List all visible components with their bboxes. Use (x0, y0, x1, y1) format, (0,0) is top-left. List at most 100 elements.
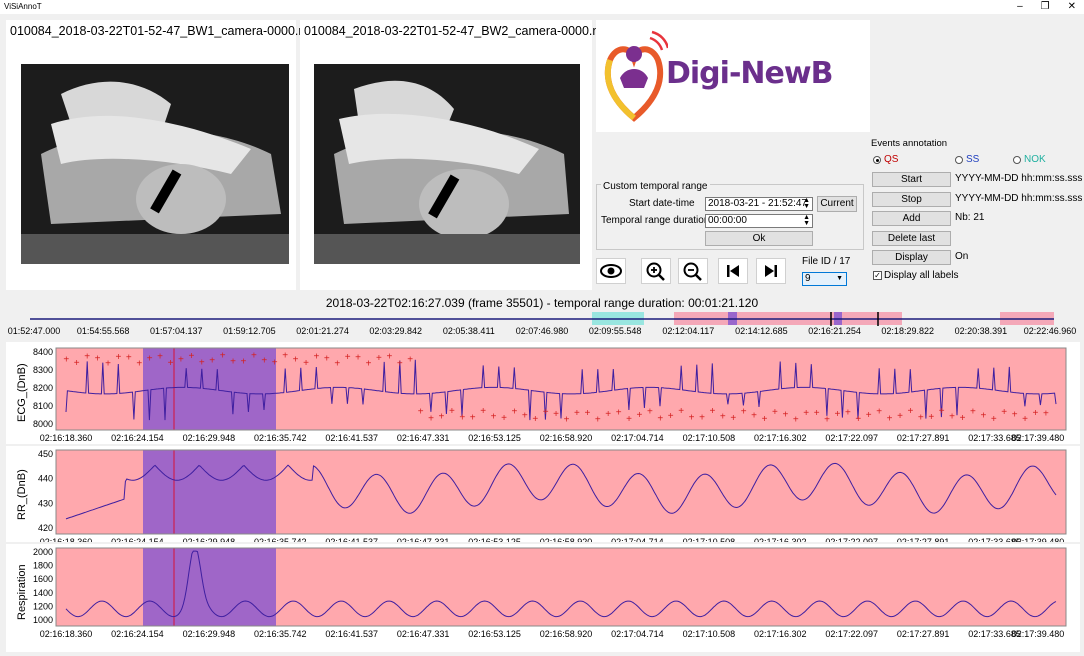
r-peak-marker: + (313, 351, 319, 362)
r-peak-marker: + (168, 358, 174, 369)
r-peak-marker: + (616, 407, 622, 418)
x-tick-label: 02:17:10.508 (683, 629, 736, 639)
event-display-button[interactable]: Display (872, 250, 951, 265)
event-display-value: On (955, 251, 969, 262)
r-peak-marker: + (553, 409, 559, 420)
zoom-in-button[interactable] (641, 258, 671, 284)
x-tick-label: 02:16:58.920 (540, 629, 593, 639)
event-stop-button[interactable]: Stop (872, 192, 951, 207)
r-peak-marker: + (730, 413, 736, 424)
r-peak-marker: + (668, 411, 674, 422)
y-tick-label: 8400 (33, 347, 53, 357)
x-tick-label: 02:17:16.302 (754, 433, 807, 443)
r-peak-marker: + (303, 358, 309, 369)
y-tick-label: 8100 (33, 401, 53, 411)
x-tick-label: 02:17:39.480 (1012, 433, 1065, 443)
window-controls: – ❐ ✕ (1017, 0, 1076, 14)
label-qs: QS (884, 154, 899, 165)
next-file-button[interactable] (756, 258, 786, 284)
x-tick-label: 02:17:22.097 (825, 537, 878, 542)
x-tick-label: 02:17:22.097 (825, 629, 878, 639)
r-peak-marker: + (261, 356, 267, 367)
zoom-out-icon (683, 262, 702, 281)
x-tick-label: 02:16:35.742 (254, 629, 307, 639)
current-button[interactable]: Current (817, 196, 857, 212)
r-peak-marker: + (491, 412, 497, 423)
r-peak-marker: + (991, 414, 997, 425)
rr-panel[interactable]: RR_(DnB) 450 440 430 420 02:16:18.360 02:16:2… (6, 446, 1080, 542)
r-peak-marker: + (105, 359, 111, 370)
r-peak-marker: + (84, 351, 90, 362)
rr-plot[interactable]: 450 440 430 420 02:16:18.360 02:16:24.154 02:1… (6, 446, 1080, 542)
x-tick-label: 02:17:27.891 (897, 537, 950, 542)
r-peak-marker: + (949, 412, 955, 423)
eye-button[interactable] (596, 258, 626, 284)
y-tick-label: 8000 (33, 419, 53, 429)
close-button[interactable]: ✕ (1068, 0, 1076, 14)
r-peak-marker: + (647, 407, 653, 418)
file-id-select[interactable]: 9 ▼ (802, 272, 847, 286)
minimize-button[interactable]: – (1017, 0, 1023, 14)
x-tick-label: 02:16:35.742 (254, 537, 307, 542)
r-peak-marker: + (574, 408, 580, 419)
ok-button[interactable]: Ok (705, 231, 813, 246)
r-peak-marker: + (241, 357, 247, 368)
x-tick-label: 02:16:29.948 (183, 433, 236, 443)
radio-qs[interactable] (873, 156, 881, 164)
start-datetime-field[interactable]: 2018-03-21 - 21:52:47 ▲ ▼ (705, 197, 813, 211)
r-peak-marker: + (605, 409, 611, 420)
delete-last-button[interactable]: Delete last (872, 231, 951, 246)
x-tick-label: 02:16:47.331 (397, 433, 450, 443)
r-peak-marker: + (772, 407, 778, 418)
timeline-tick-label: 02:07:46.980 (515, 326, 569, 336)
timeline-tick-label: 02:20:38.391 (954, 326, 1008, 336)
timeline-tick-label: 01:54:55.568 (76, 326, 130, 336)
y-tick-label: 430 (38, 498, 53, 508)
radio-ss[interactable] (955, 156, 963, 164)
x-tick-label: 02:16:29.948 (183, 629, 236, 639)
file-id-value: 9 (805, 273, 811, 284)
y-tick-label: 440 (38, 474, 53, 484)
timeline-tick-label: 02:18:29.822 (881, 326, 934, 336)
r-peak-marker: + (230, 357, 236, 368)
timeline-tick-label: 02:01:21.274 (296, 326, 349, 336)
r-peak-marker: + (543, 407, 549, 418)
respiration-plot[interactable]: 2000 1800 1600 1400 1200 1000 02:16:18.360 02:1… (6, 544, 1080, 652)
previous-file-button[interactable] (718, 258, 748, 284)
r-peak-marker: + (355, 352, 361, 363)
range-duration-field[interactable]: 00:00:00 ▲ ▼ (705, 214, 813, 228)
timeline-tick-label: 02:14:12.685 (735, 326, 788, 336)
r-peak-marker: + (480, 406, 486, 417)
r-peak-marker: + (699, 412, 705, 423)
x-tick-label: 02:17:16.302 (754, 537, 807, 542)
zoom-out-button[interactable] (678, 258, 708, 284)
video-1-frame[interactable] (21, 64, 289, 264)
r-peak-marker: + (897, 411, 903, 422)
r-peak-marker: + (407, 354, 413, 365)
r-peak-marker: + (928, 412, 934, 423)
respiration-panel[interactable]: Respiration 2000 1800 1600 1400 1200 1000 02:1… (6, 544, 1080, 652)
global-timeline[interactable] (0, 311, 1084, 327)
start-datetime-label: Start date-time (629, 198, 695, 209)
event-start-button[interactable]: Start (872, 172, 951, 187)
radio-nok[interactable] (1013, 156, 1021, 164)
r-peak-marker: + (803, 408, 809, 419)
event-stop-value: YYYY-MM-DD hh:mm:ss.sss (955, 193, 1083, 204)
y-tick-label: 8200 (33, 383, 53, 393)
spin-arrows-icon[interactable]: ▲ ▼ (803, 214, 810, 227)
r-peak-marker: + (1012, 409, 1018, 420)
window-titlebar: ViSiAnnoT – ❐ ✕ (0, 0, 1084, 14)
x-tick-label: 02:17:27.891 (897, 433, 950, 443)
x-tick-label: 02:16:18.360 (40, 629, 93, 639)
r-peak-marker: + (439, 411, 445, 422)
display-all-checkbox[interactable]: ✓ (873, 271, 882, 280)
r-peak-marker: + (199, 358, 205, 369)
x-tick-label: 02:17:27.891 (897, 629, 950, 639)
ecg-panel[interactable]: ECG_(DnB) 8400 8300 8200 8100 8000 02:16:18.3… (6, 342, 1080, 444)
maximize-button[interactable]: ❐ (1041, 0, 1050, 14)
video-2-frame[interactable] (314, 64, 580, 264)
ecg-plot[interactable]: 8400 8300 8200 8100 8000 02:16:18.360 02:16:24… (6, 342, 1080, 444)
event-add-button[interactable]: Add (872, 211, 951, 226)
spin-arrows-icon[interactable]: ▲ ▼ (803, 197, 810, 210)
r-peak-marker: + (376, 353, 382, 364)
